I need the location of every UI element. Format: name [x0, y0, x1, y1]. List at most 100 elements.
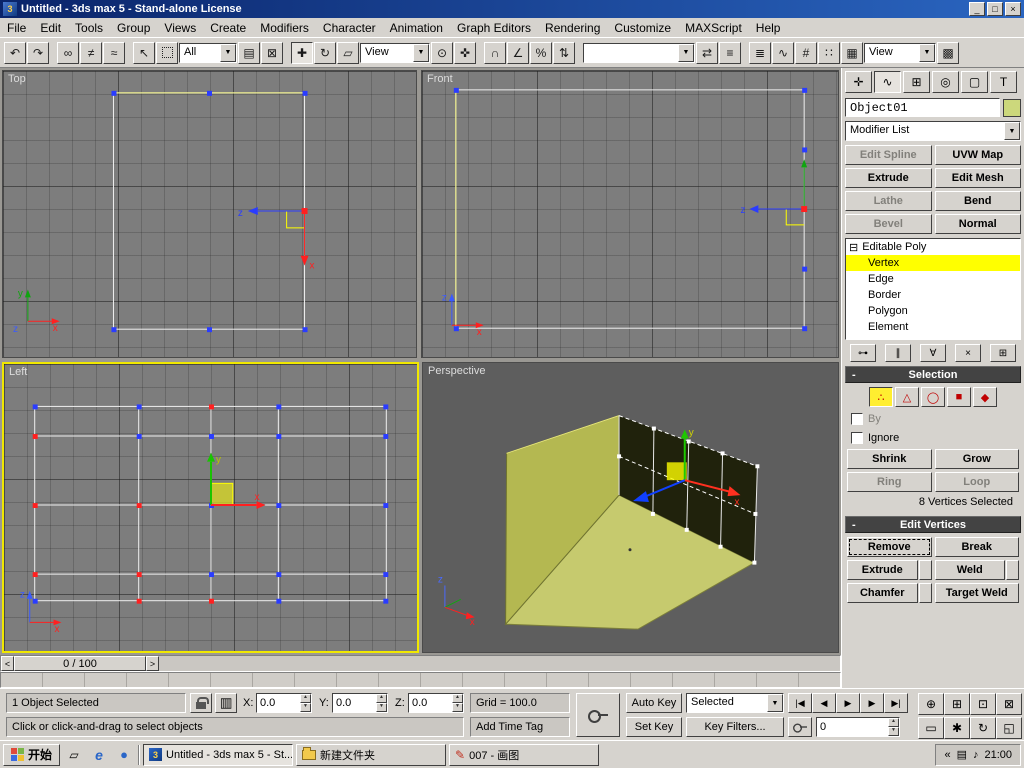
- quick-launch-media-player-button[interactable]: ●: [113, 744, 135, 766]
- stack-item-edge[interactable]: Edge: [846, 271, 1020, 287]
- select-and-manipulate-button[interactable]: ✜: [454, 42, 476, 64]
- next-frame-button[interactable]: ▶: [860, 693, 884, 713]
- time-previous-frame-button[interactable]: <: [1, 656, 14, 671]
- menu-animation[interactable]: Animation: [383, 18, 450, 38]
- bend-button[interactable]: Bend: [935, 191, 1022, 211]
- curve-editor-button[interactable]: ∿: [772, 42, 794, 64]
- chamfer-settings-button[interactable]: [919, 583, 932, 603]
- time-slider-groove[interactable]: [159, 656, 840, 671]
- menu-modifiers[interactable]: Modifiers: [253, 18, 316, 38]
- move-gizmo[interactable]: y x: [207, 453, 265, 509]
- ignore-backfacing-checkbox[interactable]: [851, 432, 863, 444]
- add-time-tag-field[interactable]: Add Time Tag: [470, 717, 570, 737]
- tab-modify[interactable]: ∿: [874, 71, 901, 93]
- zoom-button[interactable]: ⊕: [918, 693, 944, 715]
- stack-item-vertex[interactable]: Vertex: [846, 255, 1020, 271]
- tab-create[interactable]: ✛: [845, 71, 872, 93]
- viewport-front[interactable]: Front z: [421, 70, 839, 358]
- go-to-end-button[interactable]: ▶|: [884, 693, 908, 713]
- quick-launch-show-desktop-button[interactable]: ▱: [63, 744, 85, 766]
- menu-group[interactable]: Group: [110, 18, 157, 38]
- spinner-snap-button[interactable]: ⇅: [553, 42, 575, 64]
- selection-rollout-header[interactable]: - Selection: [845, 366, 1021, 383]
- stack-item-editable-poly[interactable]: ⊟ Editable Poly: [846, 239, 1020, 255]
- schematic-view-button[interactable]: #: [795, 42, 817, 64]
- shrink-button[interactable]: Shrink: [847, 449, 932, 469]
- z-coordinate-value[interactable]: 0.0: [409, 694, 452, 712]
- select-and-scale-button[interactable]: ▱: [337, 42, 359, 64]
- move-gizmo[interactable]: z x: [238, 207, 315, 272]
- zoom-extents-all-button[interactable]: ⊠: [996, 693, 1022, 715]
- extrude-settings-button[interactable]: [919, 560, 932, 580]
- quick-launch-internet-explorer-button[interactable]: e: [88, 744, 110, 766]
- select-and-rotate-button[interactable]: ↻: [314, 42, 336, 64]
- material-editor-button[interactable]: ∷: [818, 42, 840, 64]
- key-filter-dropdown[interactable]: Selected ▼: [686, 693, 784, 713]
- rectangular-selection-region-button[interactable]: [156, 42, 178, 64]
- object-name-field[interactable]: Object01: [845, 98, 1000, 117]
- viewport-front-label[interactable]: Front: [427, 73, 453, 85]
- vertex-sub-object-button[interactable]: ∴: [869, 387, 893, 407]
- render-type-dropdown[interactable]: View ▼: [864, 43, 936, 63]
- previous-frame-button[interactable]: ◀: [812, 693, 836, 713]
- time-slider-handle[interactable]: 0 / 100: [14, 656, 146, 671]
- spinner-down-icon[interactable]: ▼: [376, 703, 387, 712]
- select-by-name-button[interactable]: ▤: [238, 42, 260, 64]
- extrude-button[interactable]: Extrude: [847, 560, 918, 580]
- element-sub-object-button[interactable]: ◆: [973, 387, 997, 407]
- unlink-selection-button[interactable]: ≠: [80, 42, 102, 64]
- menu-maxscript[interactable]: MAXScript: [678, 18, 749, 38]
- viewport-top[interactable]: Top z x: [2, 70, 417, 358]
- select-and-move-button[interactable]: ✚: [291, 42, 313, 64]
- pan-view-button[interactable]: ✱: [944, 717, 970, 739]
- frame-spinner[interactable]: ▲▼: [888, 718, 899, 736]
- weld-button[interactable]: Weld: [935, 560, 1006, 580]
- align-button[interactable]: ≡: [719, 42, 741, 64]
- angle-snap-button[interactable]: ∠: [507, 42, 529, 64]
- modifier-list-dropdown[interactable]: Modifier List ▼: [845, 121, 1021, 141]
- mirror-button[interactable]: ⇄: [696, 42, 718, 64]
- percent-snap-button[interactable]: %: [530, 42, 552, 64]
- spinner-up-icon[interactable]: ▲: [888, 718, 899, 727]
- menu-file[interactable]: File: [0, 18, 33, 38]
- x-spinner[interactable]: ▲▼: [300, 694, 311, 712]
- quick-render-button[interactable]: ▩: [937, 42, 959, 64]
- collapse-tree-icon[interactable]: ⊟: [849, 241, 858, 254]
- viewport-top-label[interactable]: Top: [8, 73, 26, 85]
- remove-button[interactable]: Remove: [847, 537, 932, 557]
- show-end-result-button[interactable]: ∥: [885, 344, 911, 362]
- grow-button[interactable]: Grow: [935, 449, 1020, 469]
- zoom-extents-button[interactable]: ⊡: [970, 693, 996, 715]
- named-selection-sets-dropdown[interactable]: ▼: [583, 43, 695, 63]
- menu-edit[interactable]: Edit: [33, 18, 68, 38]
- y-coordinate-value[interactable]: 0.0: [333, 694, 376, 712]
- layer-manager-button[interactable]: ≣: [749, 42, 771, 64]
- menu-character[interactable]: Character: [316, 18, 383, 38]
- target-weld-button[interactable]: Target Weld: [935, 583, 1020, 603]
- task-button-3ds-max[interactable]: 3 Untitled - 3ds max 5 - St...: [143, 744, 293, 766]
- object-color-swatch[interactable]: [1003, 99, 1021, 117]
- spinner-up-icon[interactable]: ▲: [376, 694, 387, 703]
- chamfer-button[interactable]: Chamfer: [847, 583, 918, 603]
- set-keys-button[interactable]: [576, 693, 620, 737]
- viewport-left-label[interactable]: Left: [9, 366, 27, 378]
- stack-item-element[interactable]: Element: [846, 319, 1020, 335]
- menu-views[interactable]: Views: [157, 18, 203, 38]
- z-spinner[interactable]: ▲▼: [452, 694, 463, 712]
- collapse-rollout-icon[interactable]: -: [852, 519, 856, 531]
- x-coordinate-value[interactable]: 0.0: [257, 694, 300, 712]
- spinner-down-icon[interactable]: ▼: [300, 703, 311, 712]
- tab-display[interactable]: ▢: [961, 71, 988, 93]
- menu-customize[interactable]: Customize: [607, 18, 678, 38]
- spinner-down-icon[interactable]: ▼: [452, 703, 463, 712]
- y-coordinate-field[interactable]: 0.0 ▲▼: [332, 693, 388, 713]
- redo-button[interactable]: ↷: [27, 42, 49, 64]
- menu-rendering[interactable]: Rendering: [538, 18, 607, 38]
- current-frame-value[interactable]: 0: [817, 718, 888, 736]
- edit-mesh-button[interactable]: Edit Mesh: [935, 168, 1022, 188]
- render-scene-button[interactable]: ▦: [841, 42, 863, 64]
- stack-item-polygon[interactable]: Polygon: [846, 303, 1020, 319]
- z-coordinate-field[interactable]: 0.0 ▲▼: [408, 693, 464, 713]
- viewport-left[interactable]: Left: [2, 362, 419, 653]
- weld-settings-button[interactable]: [1006, 560, 1019, 580]
